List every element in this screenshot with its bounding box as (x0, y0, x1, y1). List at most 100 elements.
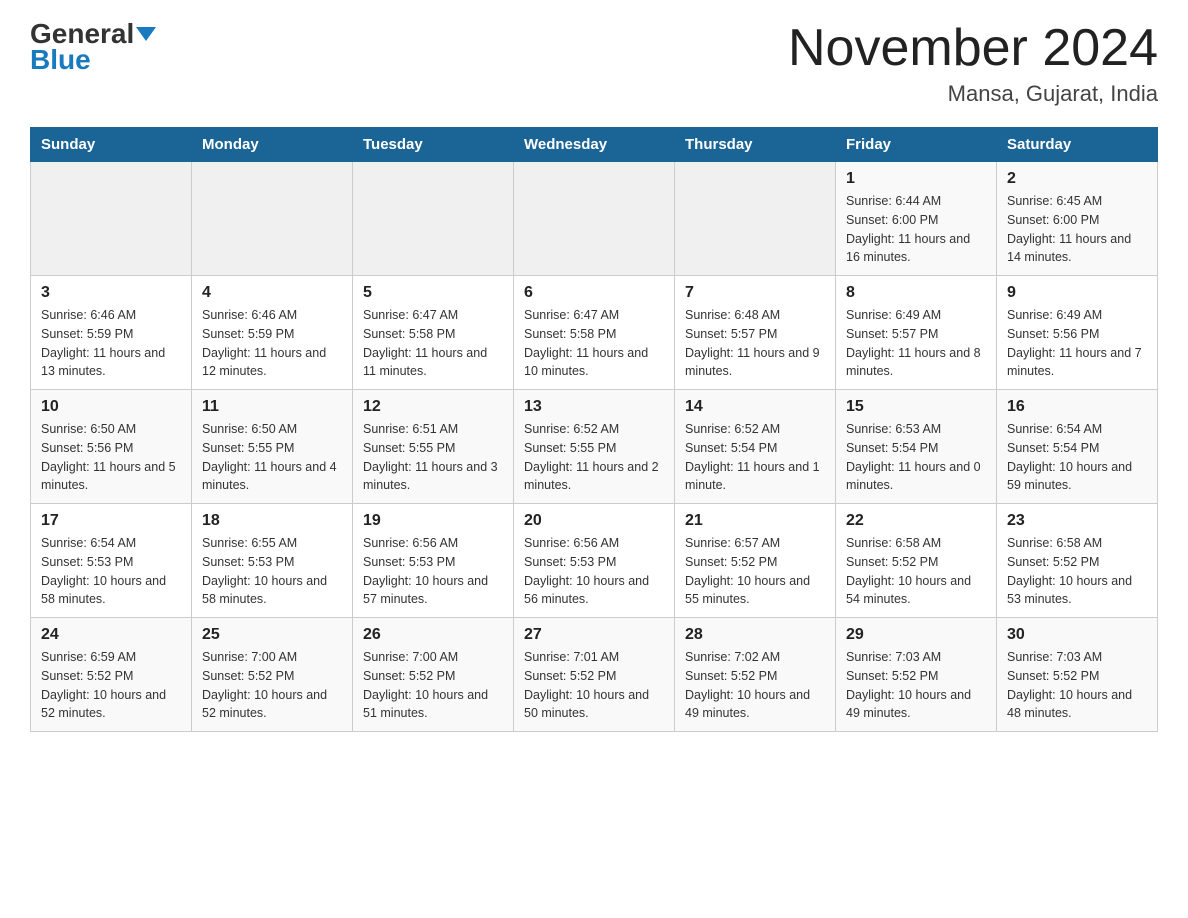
calendar-cell: 10 Sunrise: 6:50 AMSunset: 5:56 PMDayligh… (31, 390, 192, 504)
day-info: Sunrise: 6:52 AMSunset: 5:55 PMDaylight:… (524, 420, 664, 495)
day-info: Sunrise: 7:01 AMSunset: 5:52 PMDaylight:… (524, 648, 664, 723)
calendar-cell: 21Sunrise: 6:57 AMSunset: 5:52 PMDayligh… (675, 504, 836, 618)
calendar-cell: 1 Sunrise: 6:44 AMSunset: 6:00 PMDaylight… (836, 162, 997, 276)
day-info: Sunrise: 6:49 AMSunset: 5:57 PMDaylight:… (846, 306, 986, 381)
day-number: 28 (685, 626, 825, 644)
day-number: 23 (1007, 512, 1147, 530)
header-wednesday: Wednesday (514, 128, 675, 162)
calendar-cell: 29 Sunrise: 7:03 AMSunset: 5:52 PMDayligh… (836, 618, 997, 732)
day-info: Sunrise: 7:00 AMSunset: 5:52 PMDaylight:… (363, 648, 503, 723)
day-info: Sunrise: 6:46 AMSunset: 5:59 PMDaylight:… (41, 306, 181, 381)
calendar-cell: 12Sunrise: 6:51 AMSunset: 5:55 PMDayligh… (353, 390, 514, 504)
location-title: Mansa, Gujarat, India (788, 81, 1158, 107)
day-number: 18 (202, 512, 342, 530)
day-number: 8 (846, 284, 986, 302)
calendar-header-row: SundayMondayTuesdayWednesdayThursdayFrid… (31, 128, 1158, 162)
calendar-cell: 20Sunrise: 6:56 AMSunset: 5:53 PMDayligh… (514, 504, 675, 618)
logo-blue-text: Blue (30, 44, 91, 76)
day-info: Sunrise: 6:58 AMSunset: 5:52 PMDaylight:… (1007, 534, 1147, 609)
calendar-cell: 24 Sunrise: 6:59 AMSunset: 5:52 PMDayligh… (31, 618, 192, 732)
calendar-cell: 26 Sunrise: 7:00 AMSunset: 5:52 PMDayligh… (353, 618, 514, 732)
calendar-cell: 4Sunrise: 6:46 AMSunset: 5:59 PMDaylight… (192, 276, 353, 390)
day-info: Sunrise: 6:47 AMSunset: 5:58 PMDaylight:… (363, 306, 503, 381)
calendar-cell: 19 Sunrise: 6:56 AMSunset: 5:53 PMDayligh… (353, 504, 514, 618)
day-info: Sunrise: 6:48 AMSunset: 5:57 PMDaylight:… (685, 306, 825, 381)
day-info: Sunrise: 6:53 AMSunset: 5:54 PMDaylight:… (846, 420, 986, 495)
day-number: 11 (202, 398, 342, 416)
day-number: 15 (846, 398, 986, 416)
calendar-cell: 7 Sunrise: 6:48 AMSunset: 5:57 PMDaylight… (675, 276, 836, 390)
day-info: Sunrise: 6:56 AMSunset: 5:53 PMDaylight:… (363, 534, 503, 609)
header-sunday: Sunday (31, 128, 192, 162)
title-area: November 2024 Mansa, Gujarat, India (788, 20, 1158, 107)
day-info: Sunrise: 6:54 AMSunset: 5:53 PMDaylight:… (41, 534, 181, 609)
calendar-cell: 30Sunrise: 7:03 AMSunset: 5:52 PMDayligh… (997, 618, 1158, 732)
header-tuesday: Tuesday (353, 128, 514, 162)
day-number: 27 (524, 626, 664, 644)
month-title: November 2024 (788, 20, 1158, 77)
logo-triangle-icon (136, 27, 156, 41)
logo: General Blue (30, 20, 156, 76)
calendar-cell: 18 Sunrise: 6:55 AMSunset: 5:53 PMDayligh… (192, 504, 353, 618)
week-row-3: 10 Sunrise: 6:50 AMSunset: 5:56 PMDayligh… (31, 390, 1158, 504)
day-info: Sunrise: 6:56 AMSunset: 5:53 PMDaylight:… (524, 534, 664, 609)
day-info: Sunrise: 7:02 AMSunset: 5:52 PMDaylight:… (685, 648, 825, 723)
calendar-cell: 3 Sunrise: 6:46 AMSunset: 5:59 PMDaylight… (31, 276, 192, 390)
calendar-cell: 6Sunrise: 6:47 AMSunset: 5:58 PMDaylight… (514, 276, 675, 390)
calendar-cell (514, 162, 675, 276)
calendar-cell: 2 Sunrise: 6:45 AMSunset: 6:00 PMDaylight… (997, 162, 1158, 276)
week-row-2: 3 Sunrise: 6:46 AMSunset: 5:59 PMDaylight… (31, 276, 1158, 390)
calendar-cell: 25 Sunrise: 7:00 AMSunset: 5:52 PMDayligh… (192, 618, 353, 732)
day-number: 25 (202, 626, 342, 644)
calendar-cell: 17 Sunrise: 6:54 AMSunset: 5:53 PMDayligh… (31, 504, 192, 618)
day-number: 7 (685, 284, 825, 302)
calendar-cell: 23 Sunrise: 6:58 AMSunset: 5:52 PMDayligh… (997, 504, 1158, 618)
day-info: Sunrise: 6:55 AMSunset: 5:53 PMDaylight:… (202, 534, 342, 609)
day-number: 1 (846, 170, 986, 188)
day-number: 2 (1007, 170, 1147, 188)
calendar-cell: 8 Sunrise: 6:49 AMSunset: 5:57 PMDaylight… (836, 276, 997, 390)
header-saturday: Saturday (997, 128, 1158, 162)
day-info: Sunrise: 6:47 AMSunset: 5:58 PMDaylight:… (524, 306, 664, 381)
calendar-cell: 13Sunrise: 6:52 AMSunset: 5:55 PMDayligh… (514, 390, 675, 504)
day-number: 19 (363, 512, 503, 530)
day-info: Sunrise: 6:59 AMSunset: 5:52 PMDaylight:… (41, 648, 181, 723)
day-info: Sunrise: 7:00 AMSunset: 5:52 PMDaylight:… (202, 648, 342, 723)
day-info: Sunrise: 6:50 AMSunset: 5:55 PMDaylight:… (202, 420, 342, 495)
calendar-cell: 15 Sunrise: 6:53 AMSunset: 5:54 PMDayligh… (836, 390, 997, 504)
day-info: Sunrise: 6:44 AMSunset: 6:00 PMDaylight:… (846, 192, 986, 267)
calendar-cell (353, 162, 514, 276)
day-info: Sunrise: 6:45 AMSunset: 6:00 PMDaylight:… (1007, 192, 1147, 267)
day-number: 10 (41, 398, 181, 416)
day-number: 4 (202, 284, 342, 302)
calendar-cell (675, 162, 836, 276)
week-row-5: 24 Sunrise: 6:59 AMSunset: 5:52 PMDayligh… (31, 618, 1158, 732)
calendar-table: SundayMondayTuesdayWednesdayThursdayFrid… (30, 127, 1158, 732)
day-number: 26 (363, 626, 503, 644)
day-info: Sunrise: 6:50 AMSunset: 5:56 PMDaylight:… (41, 420, 181, 495)
day-info: Sunrise: 6:54 AMSunset: 5:54 PMDaylight:… (1007, 420, 1147, 495)
page-header: General Blue November 2024 Mansa, Gujara… (30, 20, 1158, 107)
day-info: Sunrise: 6:52 AMSunset: 5:54 PMDaylight:… (685, 420, 825, 495)
day-number: 3 (41, 284, 181, 302)
calendar-cell: 16Sunrise: 6:54 AMSunset: 5:54 PMDayligh… (997, 390, 1158, 504)
calendar-cell: 9 Sunrise: 6:49 AMSunset: 5:56 PMDaylight… (997, 276, 1158, 390)
header-monday: Monday (192, 128, 353, 162)
day-info: Sunrise: 6:58 AMSunset: 5:52 PMDaylight:… (846, 534, 986, 609)
calendar-cell: 14 Sunrise: 6:52 AMSunset: 5:54 PMDayligh… (675, 390, 836, 504)
calendar-cell: 11 Sunrise: 6:50 AMSunset: 5:55 PMDayligh… (192, 390, 353, 504)
day-number: 14 (685, 398, 825, 416)
calendar-cell: 22Sunrise: 6:58 AMSunset: 5:52 PMDayligh… (836, 504, 997, 618)
day-info: Sunrise: 7:03 AMSunset: 5:52 PMDaylight:… (846, 648, 986, 723)
day-number: 9 (1007, 284, 1147, 302)
day-number: 24 (41, 626, 181, 644)
week-row-4: 17 Sunrise: 6:54 AMSunset: 5:53 PMDayligh… (31, 504, 1158, 618)
day-number: 12 (363, 398, 503, 416)
header-friday: Friday (836, 128, 997, 162)
calendar-cell: 5Sunrise: 6:47 AMSunset: 5:58 PMDaylight… (353, 276, 514, 390)
day-number: 29 (846, 626, 986, 644)
day-info: Sunrise: 6:49 AMSunset: 5:56 PMDaylight:… (1007, 306, 1147, 381)
day-number: 21 (685, 512, 825, 530)
day-number: 17 (41, 512, 181, 530)
header-thursday: Thursday (675, 128, 836, 162)
